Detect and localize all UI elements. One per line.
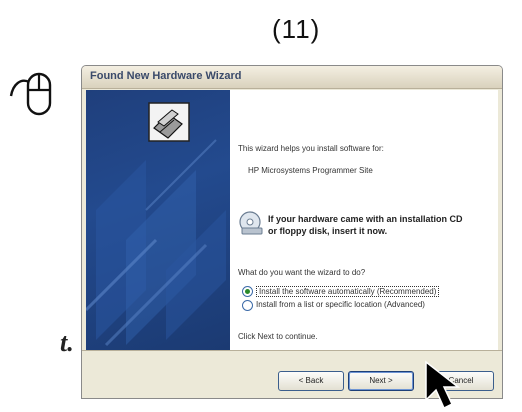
- option-install-automatic[interactable]: Install the software automatically (Reco…: [256, 286, 440, 297]
- device-name: HP Microsystems Programmer Site: [248, 166, 373, 175]
- cd-notice-line-2: or floppy disk, insert it now.: [268, 226, 388, 236]
- wizard-window: Found New Hardware Wizard This wizard he…: [82, 66, 502, 398]
- cd-notice-line-1: If your hardware came with an installati…: [268, 214, 463, 224]
- option-install-from-list[interactable]: Install from a list or specific location…: [256, 300, 425, 309]
- wizard-content: This wizard helps you install software f…: [230, 90, 498, 350]
- continue-text: Click Next to continue.: [238, 332, 318, 341]
- back-button[interactable]: < Back: [278, 371, 344, 391]
- intro-text: This wizard helps you install software f…: [238, 144, 384, 153]
- cd-disc-icon: [239, 211, 263, 235]
- mouse-click-icon: [9, 72, 52, 116]
- radio-install-from-list[interactable]: [242, 300, 253, 311]
- wizard-banner: [86, 90, 230, 350]
- next-button[interactable]: Next >: [348, 371, 414, 391]
- cropped-text-fragment: t.: [60, 328, 74, 357]
- step-number: (11): [272, 14, 321, 44]
- hardware-icon: [148, 102, 190, 142]
- title-bar[interactable]: Found New Hardware Wizard: [82, 66, 502, 89]
- radio-install-automatic[interactable]: [242, 286, 253, 297]
- question-text: What do you want the wizard to do?: [238, 268, 366, 277]
- window-title: Found New Hardware Wizard: [90, 70, 242, 82]
- arrow-cursor-icon: [425, 360, 461, 410]
